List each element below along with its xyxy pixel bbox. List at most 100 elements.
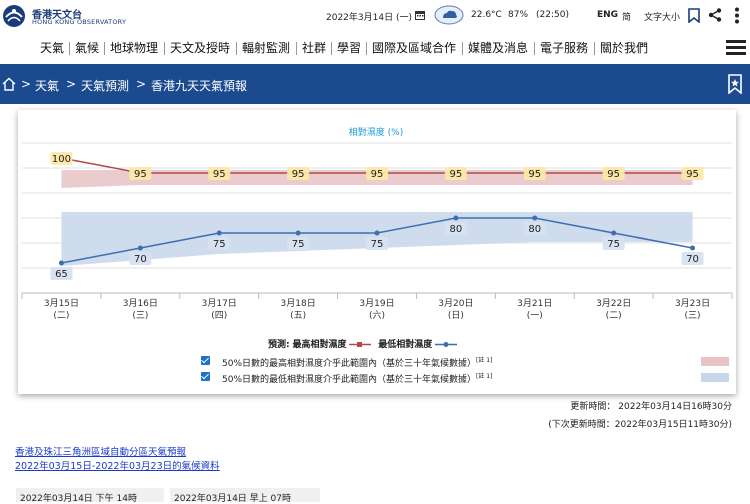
nav-item-astronomy[interactable]: 天文及授時	[170, 39, 230, 56]
font-size-button[interactable]: 文字大小	[644, 10, 680, 23]
nav-divider	[534, 42, 535, 55]
nav-divider	[69, 42, 70, 55]
calendar-icon[interactable]	[415, 10, 425, 20]
max-band-note-text: 50%日數的最高相對濕度介乎此範圍內（基於三十年氣候數據）	[222, 359, 477, 369]
nav-item-weather[interactable]: 天氣	[40, 39, 64, 56]
min-humidity-point	[58, 260, 64, 266]
legend-min-label: 最低相對濕度	[378, 340, 433, 350]
x-tick-weekday: (三)	[132, 311, 148, 321]
max-humidity-label: 95	[134, 169, 147, 180]
max-band-note-mark: [註 1]	[476, 357, 493, 364]
x-tick-weekday: (六)	[369, 309, 385, 321]
weather-cloud-icon[interactable]	[434, 5, 464, 25]
chart-legend: 預測: 最高相對濕度 最低相對濕度	[268, 337, 458, 350]
nav-item-learning[interactable]: 學習	[337, 39, 361, 56]
nav-divider	[594, 42, 595, 55]
breadcrumb-item-forecast[interactable]: 天氣預測	[81, 77, 129, 94]
min-humidity-point	[532, 215, 538, 221]
logo-english-text: HONG KONG OBSERVATORY	[32, 18, 127, 26]
bookmark-icon[interactable]	[688, 8, 700, 23]
max-humidity-label: 100	[52, 154, 71, 165]
x-tick-weekday: (二)	[606, 311, 622, 321]
min-humidity-point	[295, 230, 301, 236]
nav-item-community[interactable]: 社群	[302, 39, 326, 56]
legend-min-line-icon	[435, 342, 458, 347]
x-tick-weekday: (日)	[448, 310, 464, 321]
x-tick-weekday: (五)	[290, 311, 306, 321]
min-humidity-point	[690, 245, 696, 251]
min-humidity-label: 75	[213, 239, 226, 250]
breadcrumb-separator: >	[21, 77, 32, 91]
humidity-reading: 87%	[508, 10, 529, 20]
next-update-time: (下次更新時間：2022年03月15日11時30分)	[548, 420, 732, 430]
min-band-note: 50%日數的最低相對濕度介乎此範圍內（基於三十年氣候數據）[註 1]	[222, 371, 492, 385]
language-english-link[interactable]: ENG	[597, 10, 618, 20]
min-humidity-label: 75	[371, 239, 384, 250]
nav-item-international[interactable]: 國際及區域合作	[372, 39, 456, 56]
min-humidity-label: 75	[607, 239, 620, 250]
language-simplified-link[interactable]: 简	[622, 10, 631, 23]
max-humidity-label: 95	[371, 169, 384, 180]
nav-item-about[interactable]: 關於我們	[600, 39, 648, 56]
x-tick-weekday: (三)	[685, 311, 701, 321]
x-tick-weekday: (一)	[527, 311, 543, 321]
nav-item-radiation[interactable]: 輻射監測	[242, 39, 290, 56]
min-humidity-point	[374, 230, 380, 236]
breadcrumb-item-nine-day: 香港九天天氣預報	[151, 79, 248, 93]
bookmark-page-icon[interactable]	[728, 74, 742, 94]
x-tick-label: 3月18日	[281, 298, 316, 309]
x-tick-label: 3月22日	[596, 298, 631, 309]
max-humidity-label: 95	[607, 169, 620, 180]
x-tick-label: 3月20日	[438, 298, 473, 309]
max-humidity-label: 95	[292, 169, 305, 180]
current-date: 2022年3月14日 (一)	[326, 13, 412, 23]
max-humidity-label: 95	[450, 169, 463, 180]
main-nav: 天氣 氣候 地球物理 天文及授時 輻射監測 社群 學習 國際及區域合作 媒體及消…	[0, 34, 750, 62]
nav-divider	[462, 42, 463, 55]
min-humidity-point	[611, 230, 617, 236]
climate-info-link[interactable]: 2022年03月15日-2022年03月23日的氣候資料	[15, 458, 220, 472]
legend-label: 預測:	[268, 340, 290, 350]
min-humidity-point	[216, 230, 222, 236]
temperature-reading: 22.6°C	[471, 10, 502, 20]
x-tick-weekday: (四)	[211, 311, 227, 321]
nav-item-e-services[interactable]: 電子服務	[540, 39, 588, 56]
prd-forecast-link[interactable]: 香港及珠江三角洲區域自動分區天氣預報	[15, 444, 186, 458]
min-humidity-label: 70	[134, 254, 147, 265]
min-humidity-point	[453, 215, 459, 221]
x-tick-weekday: (二)	[53, 311, 69, 321]
x-tick-label: 3月19日	[359, 298, 394, 309]
humidity-chart: 相對濕度 (%) 100 95 95 95 95 95 95 95 95 65 70 75 75 75 80 8…	[21, 126, 733, 321]
hko-logo-icon	[3, 5, 25, 27]
min-humidity-label: 80	[528, 224, 541, 235]
hko-logo[interactable]: 香港天文台 HONG KONG OBSERVATORY	[2, 4, 126, 30]
share-icon[interactable]	[708, 8, 722, 22]
home-icon[interactable]	[2, 77, 16, 91]
max-humidity-label: 95	[686, 169, 699, 180]
hamburger-menu-icon[interactable]	[726, 40, 746, 56]
legend-max-line-icon	[349, 342, 372, 347]
breadcrumb-item-weather[interactable]: 天氣	[35, 77, 59, 94]
breadcrumb: > 天氣 > 天氣預測 > 香港九天天氣預報	[0, 64, 750, 104]
nav-item-climate[interactable]: 氣候	[75, 39, 99, 56]
nav-divider	[366, 42, 367, 55]
min-humidity-label: 75	[292, 239, 305, 250]
min-band-note-text: 50%日數的最低相對濕度介乎此範圍內（基於三十年氣候數據）	[222, 375, 477, 385]
nav-divider	[331, 42, 332, 55]
reading-time: (22:50)	[536, 10, 569, 20]
max-band-checkbox[interactable]	[201, 356, 210, 365]
nav-item-geophysics[interactable]: 地球物理	[110, 39, 158, 56]
min-humidity-point	[137, 245, 143, 251]
x-tick-label: 3月17日	[202, 298, 237, 309]
top-bar: 香港天文台 HONG KONG OBSERVATORY 2022年3月14日 (…	[0, 0, 750, 32]
min-band-checkbox[interactable]	[201, 372, 210, 381]
x-tick-label: 3月16日	[123, 298, 158, 309]
nav-item-media[interactable]: 媒體及消息	[468, 39, 528, 56]
max-band-swatch	[701, 357, 729, 366]
min-humidity-label: 80	[450, 224, 463, 235]
chart-title: 相對濕度 (%)	[349, 126, 403, 138]
min-band-swatch	[701, 373, 729, 382]
x-tick-label: 3月15日	[44, 298, 79, 309]
more-options-icon[interactable]	[734, 7, 740, 24]
update-time: 更新時間： 2022年03月14日16時30分	[570, 402, 732, 412]
